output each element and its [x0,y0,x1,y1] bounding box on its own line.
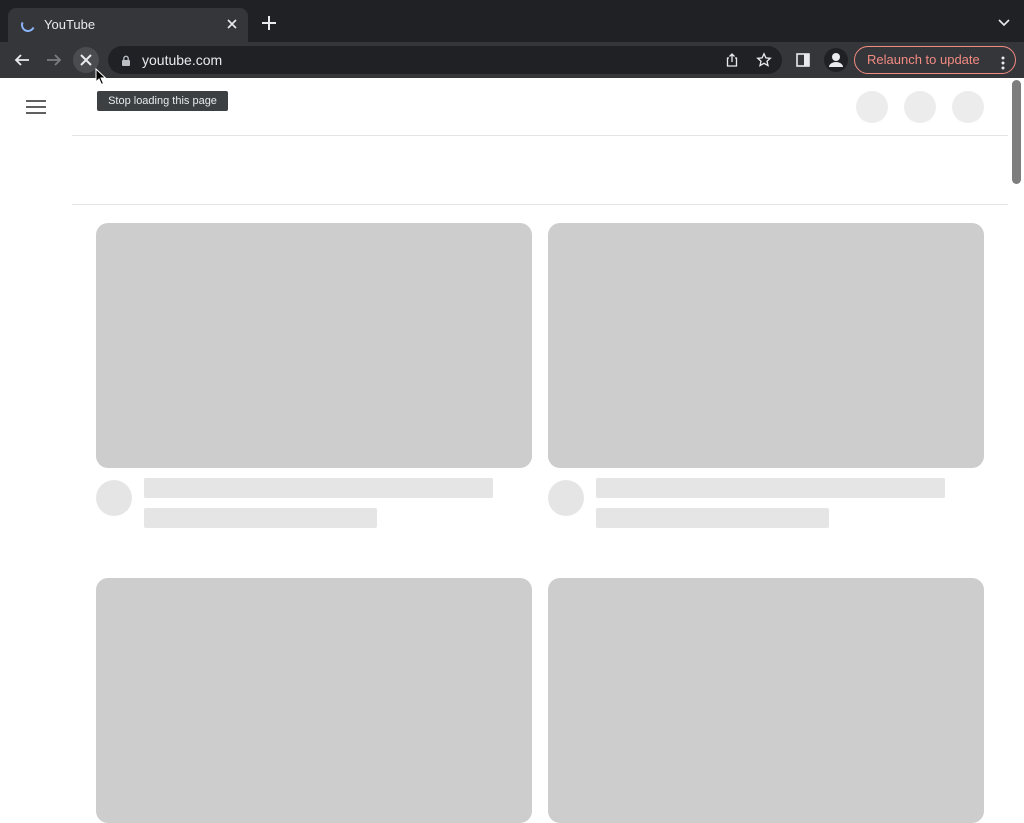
header-skeleton-circle [856,91,888,123]
side-panel-icon[interactable] [795,52,811,68]
url-text[interactable]: youtube.com [142,52,222,68]
meta-line-skeleton [596,508,829,528]
title-line-skeleton [596,478,945,498]
address-bar[interactable]: youtube.com [108,46,782,74]
tab-close-icon[interactable] [224,16,240,32]
youtube-page [0,78,1024,823]
hamburger-menu-icon[interactable] [26,100,46,114]
stop-loading-tooltip: Stop loading this page [97,91,228,111]
page-scrollbar[interactable] [1012,80,1021,184]
chips-divider [72,204,1008,205]
tab-youtube[interactable]: YouTube [8,8,248,42]
bookmark-star-icon[interactable] [756,52,772,68]
share-icon[interactable] [724,52,740,68]
tab-strip: YouTube [0,0,1024,42]
mouse-cursor-icon [95,67,107,86]
header-divider [72,135,1008,136]
new-tab-button[interactable] [258,12,280,34]
video-thumbnail-skeleton [548,578,984,823]
tab-search-chevron-icon[interactable] [996,14,1012,30]
header-skeleton-circle [904,91,936,123]
video-thumbnail-skeleton [96,578,532,823]
lock-icon[interactable] [120,54,132,66]
video-thumbnail-skeleton [548,223,984,468]
back-arrow-icon [14,54,29,66]
meta-line-skeleton [144,508,377,528]
relaunch-label: Relaunch to update [867,52,980,67]
video-thumbnail-skeleton [96,223,532,468]
channel-avatar-skeleton [96,480,132,516]
back-button[interactable] [11,49,33,71]
forward-arrow-icon [47,54,62,66]
stop-x-icon [80,54,92,66]
tab-title: YouTube [44,17,96,32]
more-menu-icon[interactable] [1001,53,1005,70]
profile-avatar-icon[interactable] [824,48,848,72]
loading-spinner-icon [19,16,37,34]
forward-button[interactable] [43,49,65,71]
channel-avatar-skeleton [548,480,584,516]
header-skeleton-circle [952,91,984,123]
title-line-skeleton [144,478,493,498]
relaunch-to-update-button[interactable]: Relaunch to update [854,46,1016,74]
